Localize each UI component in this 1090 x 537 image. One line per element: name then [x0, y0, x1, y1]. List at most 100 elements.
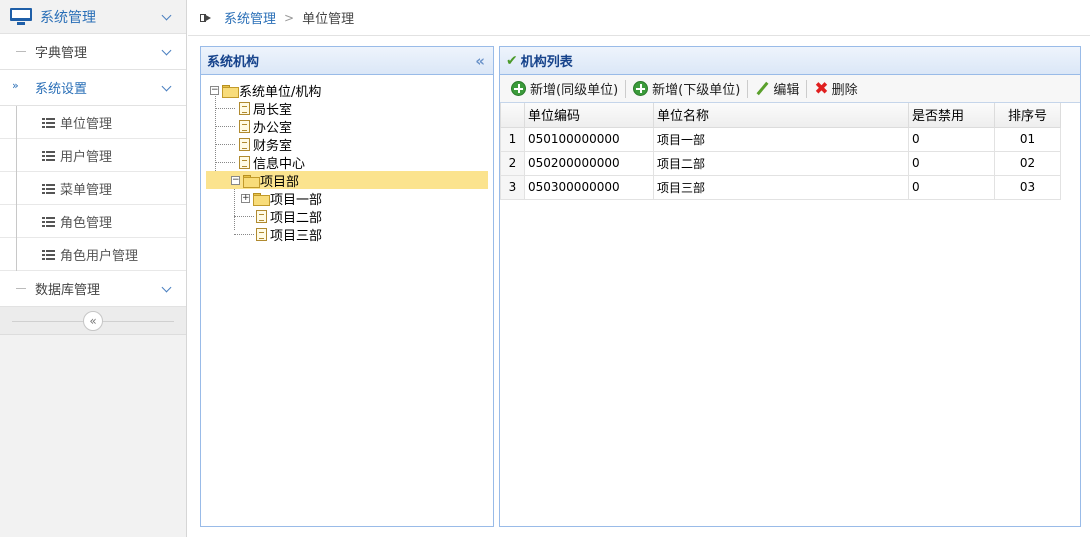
list-icon — [42, 117, 55, 128]
tree-node-label: 财务室 — [253, 138, 293, 154]
list-toolbar: 新增(同级单位) 新增(下级单位) 编辑 ✖ 删除 — [500, 75, 1080, 103]
org-tree: − 系统单位/机构 局长室 办公室 财务室 信息中心 − 项目部 + 项目一部 … — [201, 75, 493, 244]
check-icon: ✔ — [506, 52, 518, 69]
table-row[interactable]: 1 050100000000 项目一部 0 01 — [500, 126, 1061, 152]
list-icon — [42, 216, 55, 227]
chevron-down-icon — [162, 47, 172, 57]
row-number: 2 — [500, 150, 525, 176]
sidebar-item-role-management[interactable]: 角色管理 — [0, 205, 186, 238]
panel-title: 机构列表 — [520, 55, 573, 70]
cell-code: 050100000000 — [524, 126, 654, 152]
expand-node-icon[interactable]: + — [241, 193, 250, 203]
breadcrumb: 系统管理 > 单位管理 — [188, 0, 1090, 36]
toolbar-divider — [747, 79, 749, 98]
tree-node-label: 项目二部 — [270, 210, 323, 226]
document-icon — [239, 155, 250, 169]
button-label: 删除 — [831, 83, 858, 98]
table-row[interactable]: 3 050300000000 项目三部 0 03 — [500, 174, 1061, 200]
row-number-header — [500, 103, 525, 128]
tree-node-project-one[interactable]: + 项目一部 — [201, 189, 493, 208]
table-row[interactable]: 2 050200000000 项目二部 0 02 — [500, 150, 1061, 176]
list-icon — [42, 183, 55, 194]
breadcrumb-separator: > — [284, 10, 295, 25]
sidebar-group-label: 字典管理 — [35, 46, 88, 61]
tree-node-label: 项目三部 — [270, 228, 323, 244]
tree-node-general-office[interactable]: 办公室 — [201, 117, 493, 136]
collapse-sidebar-button[interactable]: « — [83, 310, 103, 331]
panel-title: 系统机构 — [207, 55, 260, 70]
add-sibling-unit-button[interactable]: 新增(同级单位) — [506, 78, 623, 100]
cell-name: 项目一部 — [653, 126, 909, 152]
sidebar-item-label: 角色管理 — [60, 215, 113, 231]
toolbar-divider — [806, 79, 808, 98]
collapse-node-icon[interactable]: − — [231, 175, 240, 185]
exit-icon[interactable] — [200, 13, 212, 23]
tree-node-project-dept[interactable]: − 项目部 — [206, 171, 488, 190]
cell-name: 项目三部 — [653, 174, 909, 200]
collapse-node-icon[interactable]: − — [210, 85, 219, 95]
breadcrumb-current: 单位管理 — [302, 12, 355, 27]
sidebar-group-database[interactable]: 数据库管理 — [0, 271, 186, 307]
sidebar-group-system-settings[interactable]: » 系统设置 — [0, 70, 186, 106]
tree-node-director-office[interactable]: 局长室 — [201, 99, 493, 118]
column-header-disabled[interactable]: 是否禁用 — [908, 103, 995, 128]
add-child-unit-button[interactable]: 新增(下级单位) — [628, 78, 745, 100]
table-header-row: 单位编码 单位名称 是否禁用 排序号 — [500, 103, 1061, 128]
org-tree-panel-header: 系统机构 « — [201, 47, 493, 75]
sidebar-item-role-user-management[interactable]: 角色用户管理 — [0, 238, 186, 271]
cell-order: 02 — [994, 150, 1061, 176]
cell-order: 01 — [994, 126, 1061, 152]
sidebar: 系统管理 字典管理 » 系统设置 单位管理 用户管理 菜单管理 角色管理 角色用… — [0, 0, 187, 537]
edit-button[interactable]: 编辑 — [750, 78, 804, 100]
cell-code: 050300000000 — [524, 174, 654, 200]
document-icon — [239, 101, 250, 115]
tree-node-root[interactable]: − 系统单位/机构 — [201, 81, 493, 100]
org-tree-panel: 系统机构 « − 系统单位/机构 局长室 办公室 财务室 信息中心 − 项目部 … — [200, 46, 494, 527]
sidebar-header-system-admin[interactable]: 系统管理 — [0, 0, 186, 34]
sidebar-item-label: 用户管理 — [60, 149, 113, 165]
cell-disabled: 0 — [908, 126, 995, 152]
add-icon — [511, 81, 526, 96]
delete-icon: ✖ — [814, 78, 829, 99]
collapse-panel-icon[interactable]: « — [475, 52, 485, 70]
list-icon — [42, 249, 55, 260]
cell-name: 项目二部 — [653, 150, 909, 176]
column-header-order[interactable]: 排序号 — [994, 103, 1061, 128]
tree-node-label: 项目部 — [260, 174, 300, 190]
tree-node-info-center[interactable]: 信息中心 — [201, 153, 493, 172]
row-number: 3 — [500, 174, 525, 200]
document-icon — [256, 209, 267, 223]
org-table: 单位编码 单位名称 是否禁用 排序号 1 050100000000 项目一部 0… — [500, 103, 1061, 200]
sidebar-header-label: 系统管理 — [40, 9, 96, 26]
sidebar-item-label: 菜单管理 — [60, 182, 113, 198]
add-icon — [633, 81, 649, 96]
sidebar-item-menu-management[interactable]: 菜单管理 — [0, 172, 186, 205]
button-label: 新增(下级单位) — [652, 83, 741, 98]
sidebar-collapse-bar: « — [0, 307, 186, 335]
folder-open-icon — [243, 174, 260, 188]
button-label: 新增(同级单位) — [530, 83, 619, 98]
column-header-name[interactable]: 单位名称 — [653, 103, 909, 128]
org-list-panel: ✔ 机构列表 新增(同级单位) 新增(下级单位) 编辑 ✖ 删除 单位编码 单位… — [499, 46, 1081, 527]
sidebar-item-user-management[interactable]: 用户管理 — [0, 139, 186, 172]
tree-node-label: 办公室 — [253, 120, 293, 136]
tree-node-finance-office[interactable]: 财务室 — [201, 135, 493, 154]
sidebar-group-label: 系统设置 — [35, 82, 88, 97]
sidebar-group-dictionary[interactable]: 字典管理 — [0, 34, 186, 70]
sidebar-item-unit-management[interactable]: 单位管理 — [0, 106, 186, 139]
sidebar-group-label: 数据库管理 — [35, 283, 101, 298]
cell-order: 03 — [994, 174, 1061, 200]
tree-node-project-three[interactable]: 项目三部 — [201, 225, 493, 244]
tree-node-project-two[interactable]: 项目二部 — [201, 207, 493, 226]
toolbar-divider — [625, 79, 627, 98]
column-header-code[interactable]: 单位编码 — [524, 103, 654, 128]
folder-open-icon — [222, 84, 239, 98]
breadcrumb-link-system-admin[interactable]: 系统管理 — [224, 8, 276, 27]
delete-button[interactable]: ✖ 删除 — [809, 78, 862, 100]
folder-icon — [253, 192, 270, 206]
document-icon — [239, 137, 250, 151]
org-list-panel-header: ✔ 机构列表 — [500, 47, 1080, 75]
chevron-down-icon — [162, 12, 172, 22]
pencil-icon — [755, 82, 769, 96]
cell-code: 050200000000 — [524, 150, 654, 176]
